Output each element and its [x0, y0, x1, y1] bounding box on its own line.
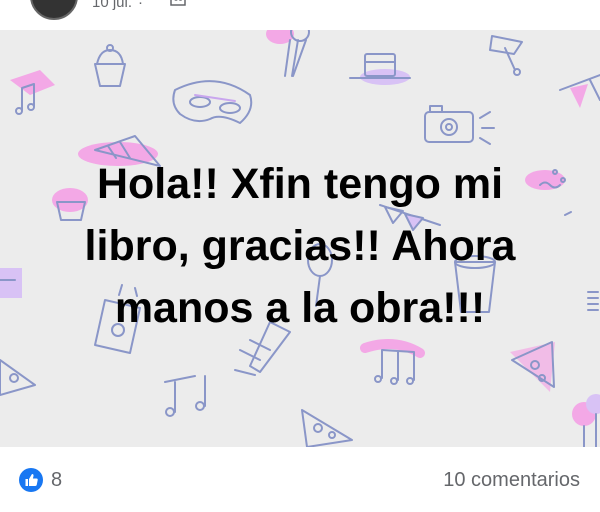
ice-cream-icon	[489, 35, 523, 76]
post-text-line: manos a la obra!!!	[114, 284, 486, 332]
like-count[interactable]: 8	[51, 469, 62, 492]
pizza-slice-icon	[301, 409, 353, 447]
post-text-line: libro, gracias!! Ahora	[84, 222, 516, 270]
music-note-icon	[360, 339, 425, 385]
post-text: Hola!! Xfin tengo mi libro, gracias!! Ah…	[40, 153, 560, 339]
music-note-icon	[10, 70, 55, 115]
post-date[interactable]: 10 jul. ·	[92, 0, 143, 11]
author-avatar[interactable]	[30, 0, 78, 20]
comments-count-link[interactable]: 10 comentarios	[443, 469, 580, 492]
bunting-icon	[559, 74, 600, 108]
music-note-icon	[164, 375, 206, 417]
camera-icon	[424, 105, 495, 145]
cupcake-icon	[94, 44, 126, 87]
pizza-slice-icon	[510, 341, 555, 392]
post-date-text[interactable]: 10 jul.	[92, 0, 132, 11]
pizza-slice-icon	[0, 359, 36, 396]
balloon-icon	[266, 30, 310, 77]
post-header: 10 jul. ·	[0, 0, 600, 30]
ticket-icon	[587, 291, 599, 311]
date-separator: ·	[138, 0, 144, 11]
balloon-icon	[572, 394, 600, 447]
mask-icon	[172, 80, 253, 124]
post-background-card[interactable]: Hola!! Xfin tengo mi libro, gracias!! Ah…	[0, 30, 600, 447]
friends-audience-icon	[170, 0, 186, 6]
cake-icon	[349, 53, 411, 85]
reactions-bar: 8 10 comentarios	[0, 447, 600, 512]
ticket-icon	[0, 268, 22, 298]
post-text-line: Hola!! Xfin tengo mi	[96, 160, 504, 208]
like-thumb-icon[interactable]	[19, 468, 43, 492]
